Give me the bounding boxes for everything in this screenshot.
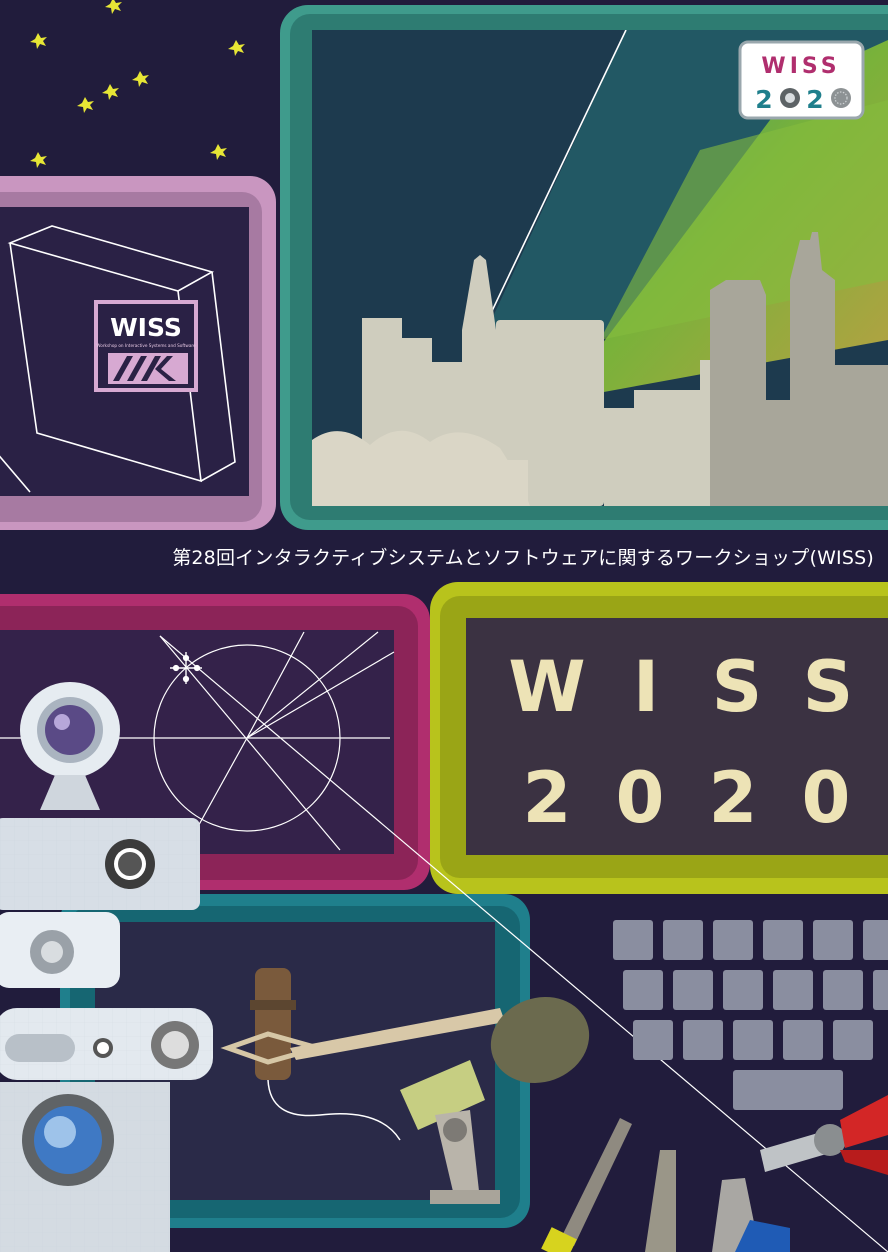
title-digit: 2 (523, 757, 572, 839)
cube-logo-title: WISS (110, 313, 182, 342)
title-letter: S (712, 646, 762, 728)
corner-logo-digit: 2 (755, 85, 772, 114)
event-subtitle: 第28回インタラクティブシステムとソフトウェアに関するワークショップ(WISS) (172, 547, 874, 569)
title-digit: 0 (616, 757, 665, 839)
speaker-grille-icon (831, 88, 851, 108)
corner-logo-digit: 2 (806, 85, 823, 114)
teal-frame-panel: WISS 2 2 (280, 5, 888, 530)
wiss-cube-logo: WISS Workshop on Interactive Systems and… (94, 300, 198, 392)
lime-frame-panel: W I S S 2 0 2 0 (430, 582, 888, 894)
title-letter: I (633, 646, 659, 728)
wiss2020-corner-logo: WISS 2 2 (738, 40, 865, 120)
pink-frame-panel: WISS Workshop on Interactive Systems and… (0, 176, 276, 530)
title-letter: S (803, 646, 853, 728)
poster: WISS Workshop on Interactive Systems and… (0, 0, 888, 1252)
cube-logo-tagline: Workshop on Interactive Systems and Soft… (96, 343, 196, 348)
title-letter: W (508, 646, 585, 728)
corner-logo-title: WISS (761, 54, 840, 79)
title-digit: 0 (802, 757, 851, 839)
title-digit: 2 (709, 757, 758, 839)
camera-lens-icon (780, 88, 800, 108)
